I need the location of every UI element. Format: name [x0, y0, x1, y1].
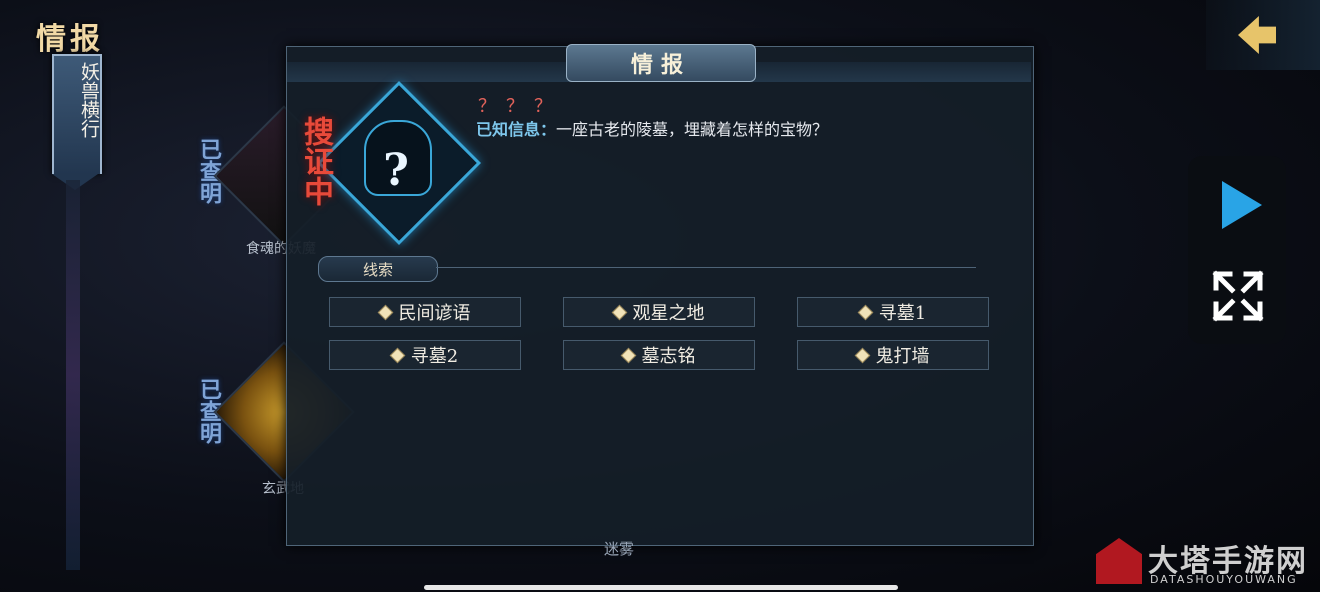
diamond-icon — [620, 347, 636, 363]
known-info: 已知信息：一座古老的陵墓，埋藏着怎样的宝物？ — [476, 116, 828, 140]
panel-title: 情报 — [566, 44, 756, 82]
home-indicator[interactable] — [424, 585, 898, 590]
diamond-icon — [389, 347, 406, 363]
divider — [436, 267, 976, 268]
clue-label: 鬼打墙 — [875, 346, 930, 367]
page-title: 情报 — [36, 22, 104, 57]
watermark-logo — [1096, 538, 1142, 584]
clue-button[interactable]: 观星之地 — [563, 297, 755, 327]
clue-button[interactable]: 墓志铭 — [563, 340, 755, 370]
search-status: 搜证中 — [298, 116, 333, 206]
diamond-icon — [854, 347, 870, 363]
clue-label: 观星之地 — [632, 303, 705, 324]
diamond-icon — [611, 304, 627, 320]
clue-button[interactable]: 鬼打墙 — [797, 340, 989, 370]
play-icon[interactable] — [1222, 181, 1262, 229]
timeline-rail — [66, 180, 80, 570]
diamond-icon — [857, 304, 874, 320]
clue-label: 寻墓2 — [410, 346, 459, 367]
diamond-icon — [377, 304, 393, 320]
expand-icon[interactable] — [1212, 270, 1264, 322]
category-label: 妖兽横行 — [78, 62, 100, 138]
known-info-text: 一座古老的陵墓，埋藏着怎样的宝物？ — [556, 120, 829, 139]
known-info-label: 已知信息： — [476, 120, 557, 139]
clue-label: 墓志铭 — [641, 346, 696, 367]
clue-button[interactable]: 寻墓2 — [329, 340, 521, 370]
question-mark-icon: ? — [383, 145, 409, 196]
clue-label: 寻墓1 — [878, 303, 927, 324]
watermark-subtext: DATASHOUYOUWANG — [1150, 573, 1298, 586]
clue-button[interactable]: 民间谚语 — [329, 297, 521, 327]
bottom-entry-name: 迷雾 — [604, 540, 635, 558]
clue-label: 民间谚语 — [398, 303, 471, 324]
target-name: ？？？ — [478, 96, 562, 117]
clue-button[interactable]: 寻墓1 — [797, 297, 989, 327]
category-tab[interactable]: 妖兽横行 — [52, 54, 102, 190]
clues-tab[interactable]: 线索 — [318, 256, 438, 282]
